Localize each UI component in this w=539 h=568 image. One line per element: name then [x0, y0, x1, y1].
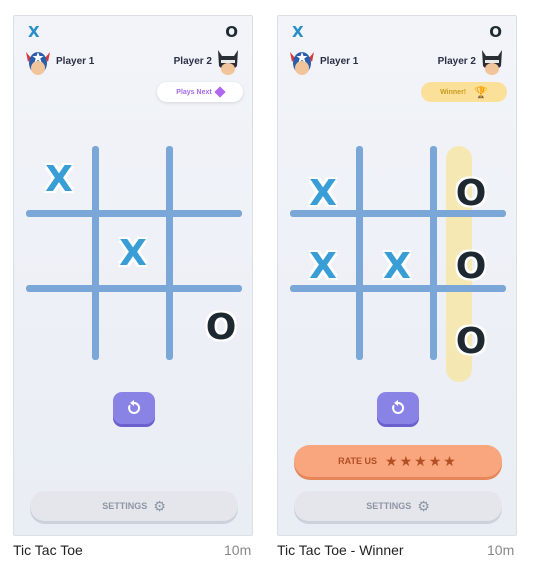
- settings-button[interactable]: SETTINGS ⚙: [294, 491, 502, 521]
- board-cell-6[interactable]: O: [446, 241, 496, 291]
- grid-line: [166, 146, 173, 360]
- settings-label: SETTINGS: [102, 501, 148, 511]
- board-cell-4[interactable]: X: [298, 241, 348, 291]
- player1-name: Player 1: [320, 56, 359, 67]
- grid-line: [26, 210, 242, 217]
- board-cell-1[interactable]: X: [298, 168, 348, 218]
- board-cell-5[interactable]: X: [372, 241, 422, 291]
- star-icon: ★: [399, 452, 415, 469]
- star-icon: ★: [443, 452, 458, 469]
- trophy-icon: 🏆: [474, 86, 488, 99]
- board-cell-8[interactable]: [108, 302, 158, 352]
- captain-america-avatar-icon: [26, 52, 50, 75]
- winner-badge: Winner! 🏆: [421, 82, 507, 102]
- star-rating: ★★★★★: [385, 453, 458, 470]
- grid-line: [430, 146, 437, 360]
- board-cell-2[interactable]: [108, 154, 158, 204]
- board-cell-6[interactable]: [182, 228, 232, 278]
- player2-name: Player 2: [173, 56, 212, 67]
- score-x: X: [28, 23, 40, 41]
- board-cell-4[interactable]: [34, 228, 84, 278]
- board-cell-3[interactable]: O: [446, 168, 496, 218]
- restart-icon: [392, 400, 405, 414]
- gear-icon: ⚙: [153, 497, 166, 514]
- game-board: X O X X O O: [290, 146, 506, 382]
- board-cell-7[interactable]: [34, 302, 84, 352]
- plays-next-badge: Plays Next: [157, 82, 243, 102]
- board-cell-7[interactable]: [298, 316, 348, 366]
- board-cell-1[interactable]: X: [34, 154, 84, 204]
- rate-us-label: RATE US: [338, 456, 378, 466]
- screen-tic-tac-toe: X O Player 1 Player 2 Plays Next X X O S…: [13, 15, 253, 536]
- board-cell-2[interactable]: [372, 168, 422, 218]
- screen-caption: Tic Tac Toe - Winner: [277, 542, 404, 558]
- batman-avatar-icon: [482, 50, 502, 75]
- screen-duration: 10m: [224, 542, 252, 558]
- plays-next-label: Plays Next: [176, 88, 212, 96]
- grid-line: [92, 146, 99, 360]
- star-icon: ★: [428, 452, 444, 469]
- game-board: X X O: [26, 146, 242, 360]
- score-x: X: [292, 23, 304, 41]
- restart-icon: [128, 400, 141, 414]
- board-cell-9[interactable]: O: [446, 316, 496, 366]
- batman-avatar-icon: [218, 50, 238, 75]
- screen-tic-tac-toe-winner: X O Player 1 Player 2 Winner! 🏆 X O X X …: [277, 15, 517, 536]
- settings-button[interactable]: SETTINGS ⚙: [30, 491, 238, 521]
- gem-icon: [214, 86, 226, 98]
- screen-duration: 10m: [487, 542, 515, 558]
- player1-name: Player 1: [56, 56, 95, 67]
- settings-label: SETTINGS: [366, 501, 412, 511]
- grid-line: [26, 285, 242, 292]
- restart-button[interactable]: [377, 392, 419, 424]
- restart-button[interactable]: [113, 392, 155, 424]
- star-icon: ★: [414, 452, 429, 469]
- score-o: O: [225, 23, 238, 41]
- captain-america-avatar-icon: [290, 52, 314, 75]
- board-cell-5[interactable]: X: [108, 228, 158, 278]
- player2-name: Player 2: [437, 56, 476, 67]
- gear-icon: ⚙: [417, 497, 430, 514]
- grid-line: [356, 146, 363, 360]
- score-o: O: [489, 23, 502, 41]
- rate-us-button[interactable]: RATE US ★★★★★: [294, 445, 502, 477]
- winner-label: Winner!: [440, 88, 467, 96]
- board-cell-3[interactable]: [182, 154, 232, 204]
- star-icon: ★: [385, 452, 400, 469]
- screen-caption: Tic Tac Toe: [13, 542, 83, 558]
- board-cell-9[interactable]: O: [196, 302, 246, 352]
- board-cell-8[interactable]: [372, 316, 422, 366]
